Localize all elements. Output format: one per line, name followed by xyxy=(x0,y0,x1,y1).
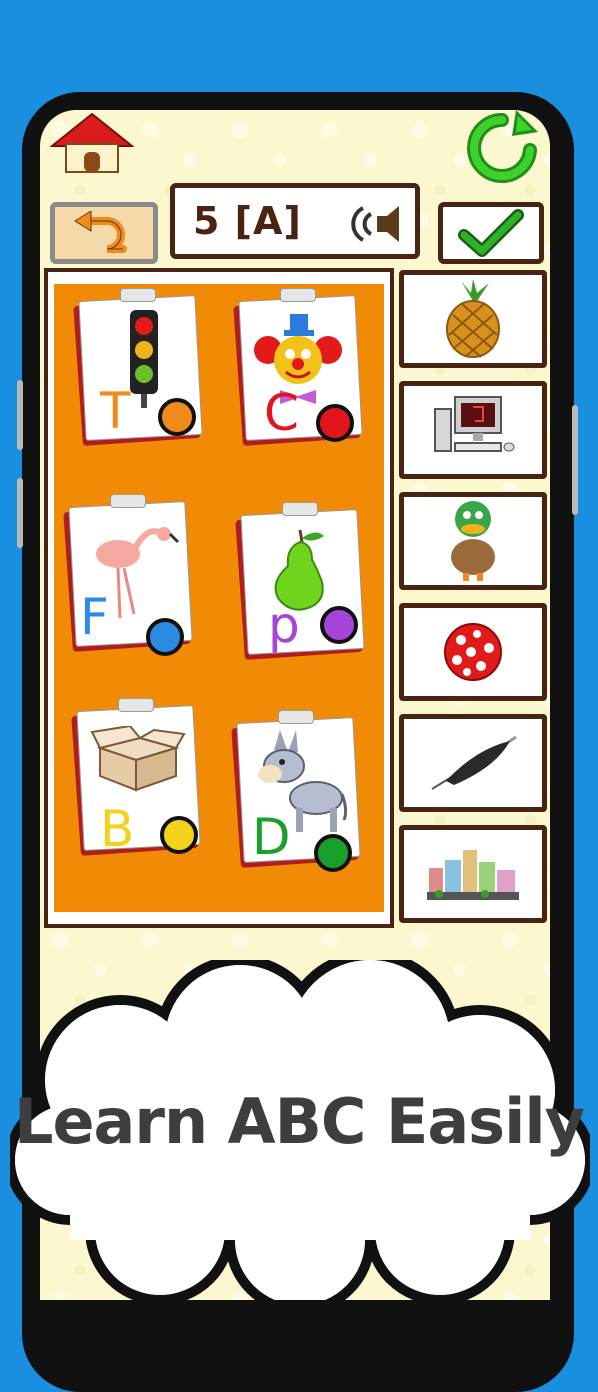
computer-picture xyxy=(434,396,515,452)
card-letter: T xyxy=(100,382,131,440)
card-letter: D xyxy=(252,808,291,866)
back-arrow-icon xyxy=(74,211,127,253)
color-dot xyxy=(160,816,198,854)
card-letter: F xyxy=(80,588,109,646)
picture-option[interactable] xyxy=(399,714,547,812)
banner-title: Learn ABC Easily xyxy=(13,1085,585,1158)
card-letter: p xyxy=(268,596,300,654)
card-letter: C xyxy=(264,384,299,442)
speaker-icon xyxy=(351,206,399,242)
ball-picture xyxy=(444,623,502,681)
card-letter: B xyxy=(100,800,135,858)
city-picture xyxy=(427,850,519,900)
phone-side-button xyxy=(572,405,578,515)
color-dot xyxy=(158,398,196,436)
letter-card[interactable]: p xyxy=(234,502,365,660)
picture-option[interactable] xyxy=(399,492,547,590)
color-dot xyxy=(314,834,352,872)
letter-card[interactable]: T xyxy=(72,288,203,446)
feather-picture xyxy=(431,735,517,790)
phone-side-button xyxy=(17,478,23,548)
level-indicator: 5 [A] xyxy=(170,183,420,259)
box-picture xyxy=(90,726,186,792)
letter-card[interactable]: C xyxy=(232,288,363,446)
letter-card[interactable]: B xyxy=(70,698,201,858)
sound-button[interactable] xyxy=(341,198,403,254)
check-icon xyxy=(458,209,524,257)
color-dot xyxy=(146,618,184,656)
picture-option[interactable] xyxy=(399,270,547,368)
color-dot xyxy=(320,606,358,644)
refresh-button[interactable] xyxy=(456,110,548,184)
refresh-icon xyxy=(467,110,538,183)
letter-card[interactable]: D xyxy=(230,710,361,872)
duck-picture xyxy=(451,501,495,581)
home-button[interactable] xyxy=(49,112,135,174)
back-button[interactable] xyxy=(50,202,158,264)
phone-side-button xyxy=(17,380,23,450)
picture-option[interactable] xyxy=(399,381,547,479)
home-icon xyxy=(49,112,135,173)
check-button[interactable] xyxy=(438,202,544,264)
picture-option[interactable] xyxy=(399,825,547,923)
pineapple-picture xyxy=(446,279,500,358)
level-label: 5 [A] xyxy=(193,199,302,243)
color-dot xyxy=(316,404,354,442)
letter-card[interactable]: F xyxy=(62,494,193,656)
picture-option[interactable] xyxy=(399,603,547,701)
card-board: T C F p B D xyxy=(44,268,394,928)
